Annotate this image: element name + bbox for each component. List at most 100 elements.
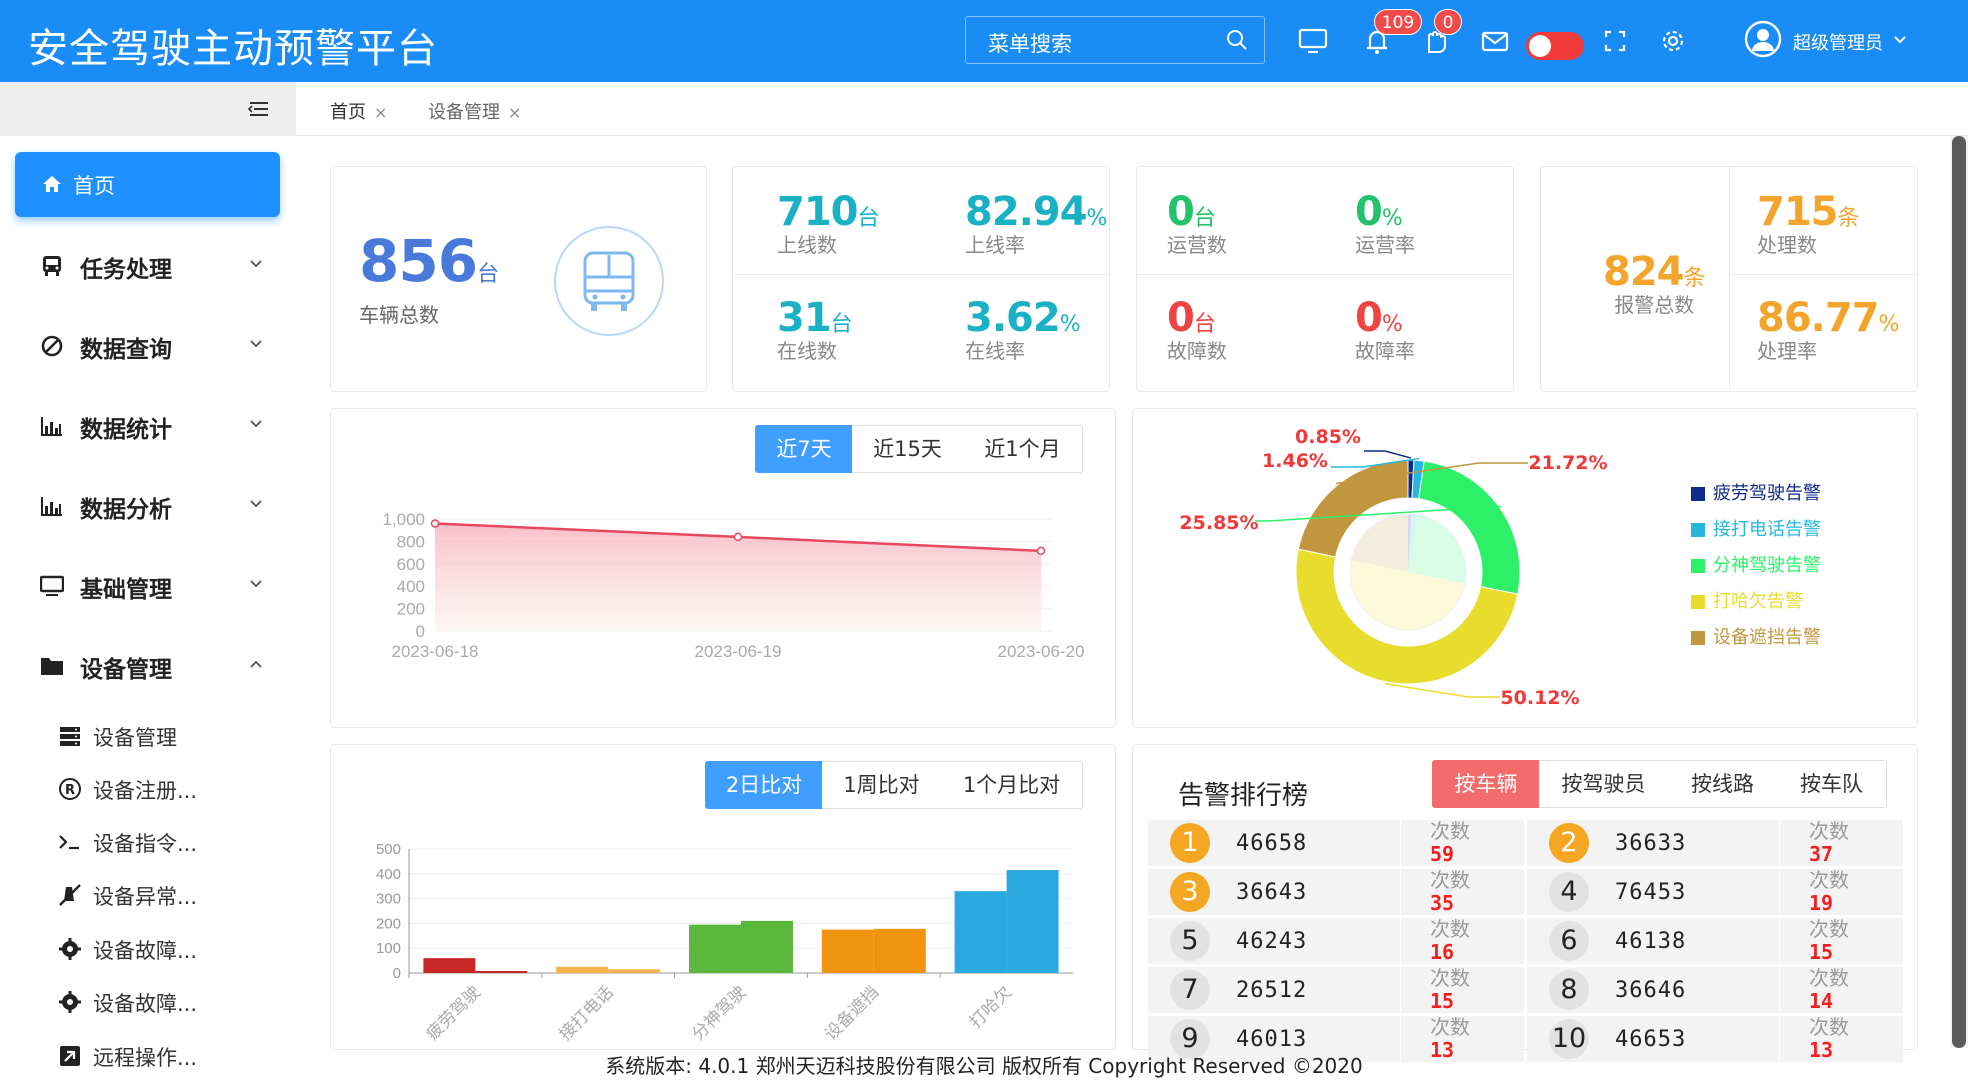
- tab-home[interactable]: 首页 ×: [330, 98, 387, 124]
- tab-close-icon[interactable]: ×: [508, 103, 521, 122]
- ranking-row[interactable]: 5 46243 次数 16: [1148, 917, 1524, 964]
- sidebar-subitem-device-fault-1[interactable]: 设备故障...: [0, 923, 296, 973]
- bar: [1006, 870, 1059, 973]
- legend-label: 疲劳驾驶告警: [1713, 483, 1821, 504]
- tabs-bar: 首页 × 设备管理 ×: [296, 82, 1968, 136]
- rank-number-badge: 7: [1170, 970, 1210, 1010]
- compare-2-days-button[interactable]: 2日比对: [705, 761, 823, 809]
- chevron-down-icon: [250, 420, 262, 428]
- chevron-up-icon: [250, 660, 262, 668]
- sidebar-subitem-device-exception[interactable]: 设备异常...: [0, 869, 296, 919]
- divider: [1400, 967, 1401, 1013]
- rank-times-label: 次数: [1809, 868, 1849, 892]
- alarm-card: 824条 报警总数 715条 处理数 86.77% 处理率: [1540, 166, 1919, 393]
- legend-swatch: [1691, 523, 1705, 537]
- y-tick-label: 800: [397, 532, 425, 551]
- rank-number-badge: 5: [1170, 921, 1210, 961]
- stat-unit: %: [1086, 206, 1108, 231]
- monitor-icon[interactable]: [1296, 24, 1330, 58]
- alarm-total-stat: 824条 报警总数: [1603, 249, 1706, 318]
- ranking-row[interactable]: 6 46138 次数 15: [1527, 917, 1903, 964]
- tab-label: 设备管理: [428, 102, 500, 123]
- ranking-row[interactable]: 1 46658 次数 59: [1148, 819, 1524, 866]
- ranking-row[interactable]: 7 26512 次数 15: [1148, 966, 1524, 1013]
- rank-times-value: 14: [1809, 989, 1834, 1013]
- rank-times-value: 19: [1809, 891, 1834, 915]
- range-1-month-button[interactable]: 近1个月: [963, 425, 1083, 473]
- sidebar-subitem-device-register[interactable]: R 设备注册...: [0, 763, 296, 813]
- rank-plate: 26512: [1236, 978, 1308, 1003]
- fullscreen-icon[interactable]: [1598, 24, 1632, 58]
- range-15-days-button[interactable]: 近15天: [852, 425, 964, 473]
- gear-icon[interactable]: [1656, 24, 1690, 58]
- stat-unit: %: [1381, 206, 1403, 231]
- sidebar-item-tasks[interactable]: 任务处理: [0, 236, 296, 296]
- data-point: [430, 519, 440, 528]
- tab-close-icon[interactable]: ×: [374, 103, 387, 122]
- mail-icon[interactable]: [1478, 24, 1512, 58]
- user-name[interactable]: 超级管理员: [1793, 29, 1883, 55]
- ranking-row[interactable]: 4 76453 次数 19: [1527, 868, 1903, 915]
- top-header: 安全驾驶主动预警平台 菜单搜索 109 0 超级管理员: [0, 0, 1968, 82]
- sidebar-subitem-device-fault-2[interactable]: 设备故障...: [0, 976, 296, 1026]
- sidebar-item-analysis[interactable]: 数据分析: [0, 476, 296, 536]
- divider: [733, 274, 1111, 275]
- rank-plate: 46243: [1236, 929, 1308, 954]
- bar: [821, 929, 874, 973]
- rank-times-value: 15: [1809, 940, 1834, 964]
- rank-times-value: 35: [1430, 891, 1455, 915]
- rank-times-value: 37: [1809, 842, 1834, 866]
- app-title: 安全驾驶主动预警平台: [28, 26, 438, 72]
- sidebar-item-label: 数据查询: [80, 337, 172, 363]
- trend-chart-card: 近7天 近15天 近1个月 0 200 400 600 800 1,000 2023-06-…: [330, 408, 1116, 728]
- legend-swatch: [1691, 559, 1705, 573]
- avatar-icon[interactable]: [1744, 20, 1782, 58]
- active-rate-stat: 3.62% 在线率: [965, 295, 1081, 364]
- sidebar-item-basic[interactable]: 基础管理: [0, 556, 296, 616]
- sidebar-item-devices[interactable]: 设备管理: [0, 636, 296, 696]
- rank-by-route-button[interactable]: 按线路: [1668, 760, 1778, 808]
- ranking-row[interactable]: 3 36643 次数 35: [1148, 868, 1524, 915]
- sidebar-item-query[interactable]: 数据查询: [0, 316, 296, 376]
- compare-1-week-button[interactable]: 1周比对: [822, 761, 942, 809]
- toggle-knob: [1529, 35, 1551, 57]
- rank-by-vehicle-button[interactable]: 按车辆: [1432, 760, 1540, 808]
- inner-slice: [1408, 514, 1466, 584]
- search-input[interactable]: 菜单搜索: [988, 28, 1072, 58]
- scroll-thumb[interactable]: [1952, 136, 1966, 1048]
- divider: [1729, 167, 1730, 393]
- rank-by-driver-button[interactable]: 按驾驶员: [1539, 760, 1669, 808]
- y-tick-label: 300: [376, 891, 401, 908]
- tab-device-manage[interactable]: 设备管理 ×: [428, 98, 521, 124]
- bar: [954, 891, 1007, 973]
- compare-bar-chart: 0 100 200 300 400 500 疲劳驾驶 接打电话 分神驾驶 设备遮挡 打哈欠: [376, 841, 1073, 1045]
- compare-1-month-button[interactable]: 1个月比对: [941, 761, 1083, 809]
- rank-by-fleet-button[interactable]: 按车队: [1777, 760, 1887, 808]
- sidebar-item-statistics[interactable]: 数据统计: [0, 396, 296, 456]
- bar: [608, 969, 661, 973]
- ranking-row[interactable]: 8 36646 次数 14: [1527, 966, 1903, 1013]
- handled-rate-stat: 86.77% 处理率: [1757, 295, 1899, 364]
- chevron-down-icon: [250, 260, 262, 268]
- sidebar-subitem-device-manage[interactable]: 设备管理: [0, 710, 296, 760]
- terminal-icon: [59, 835, 79, 850]
- scrollbar[interactable]: [1950, 136, 1968, 1048]
- rank-times-value: 16: [1430, 940, 1455, 964]
- sidebar-subitem-label: 设备故障...: [93, 992, 198, 1016]
- range-7-days-button[interactable]: 近7天: [755, 425, 853, 473]
- rank-number-badge: 2: [1549, 823, 1589, 863]
- menu-search[interactable]: 菜单搜索: [965, 16, 1265, 64]
- mode-toggle[interactable]: [1526, 32, 1584, 60]
- operation-card: 0台 运营数 0% 运营率 0台 故障数 0% 故障率: [1136, 166, 1515, 392]
- chevron-down-icon[interactable]: [1892, 32, 1908, 48]
- bus-icon: [43, 256, 61, 276]
- rank-times-label: 次数: [1430, 868, 1470, 892]
- sidebar-subitem-label: 设备异常...: [93, 885, 198, 909]
- ranking-row[interactable]: 2 36633 次数 37: [1527, 819, 1903, 866]
- menu-collapse-icon[interactable]: [248, 100, 270, 118]
- sidebar-subitem-label: 设备指令...: [93, 832, 198, 856]
- search-icon[interactable]: [1224, 27, 1250, 53]
- sidebar-item-home[interactable]: 首页: [15, 152, 280, 217]
- chevron-down-icon: [250, 340, 262, 348]
- sidebar-subitem-device-command[interactable]: 设备指令...: [0, 816, 296, 866]
